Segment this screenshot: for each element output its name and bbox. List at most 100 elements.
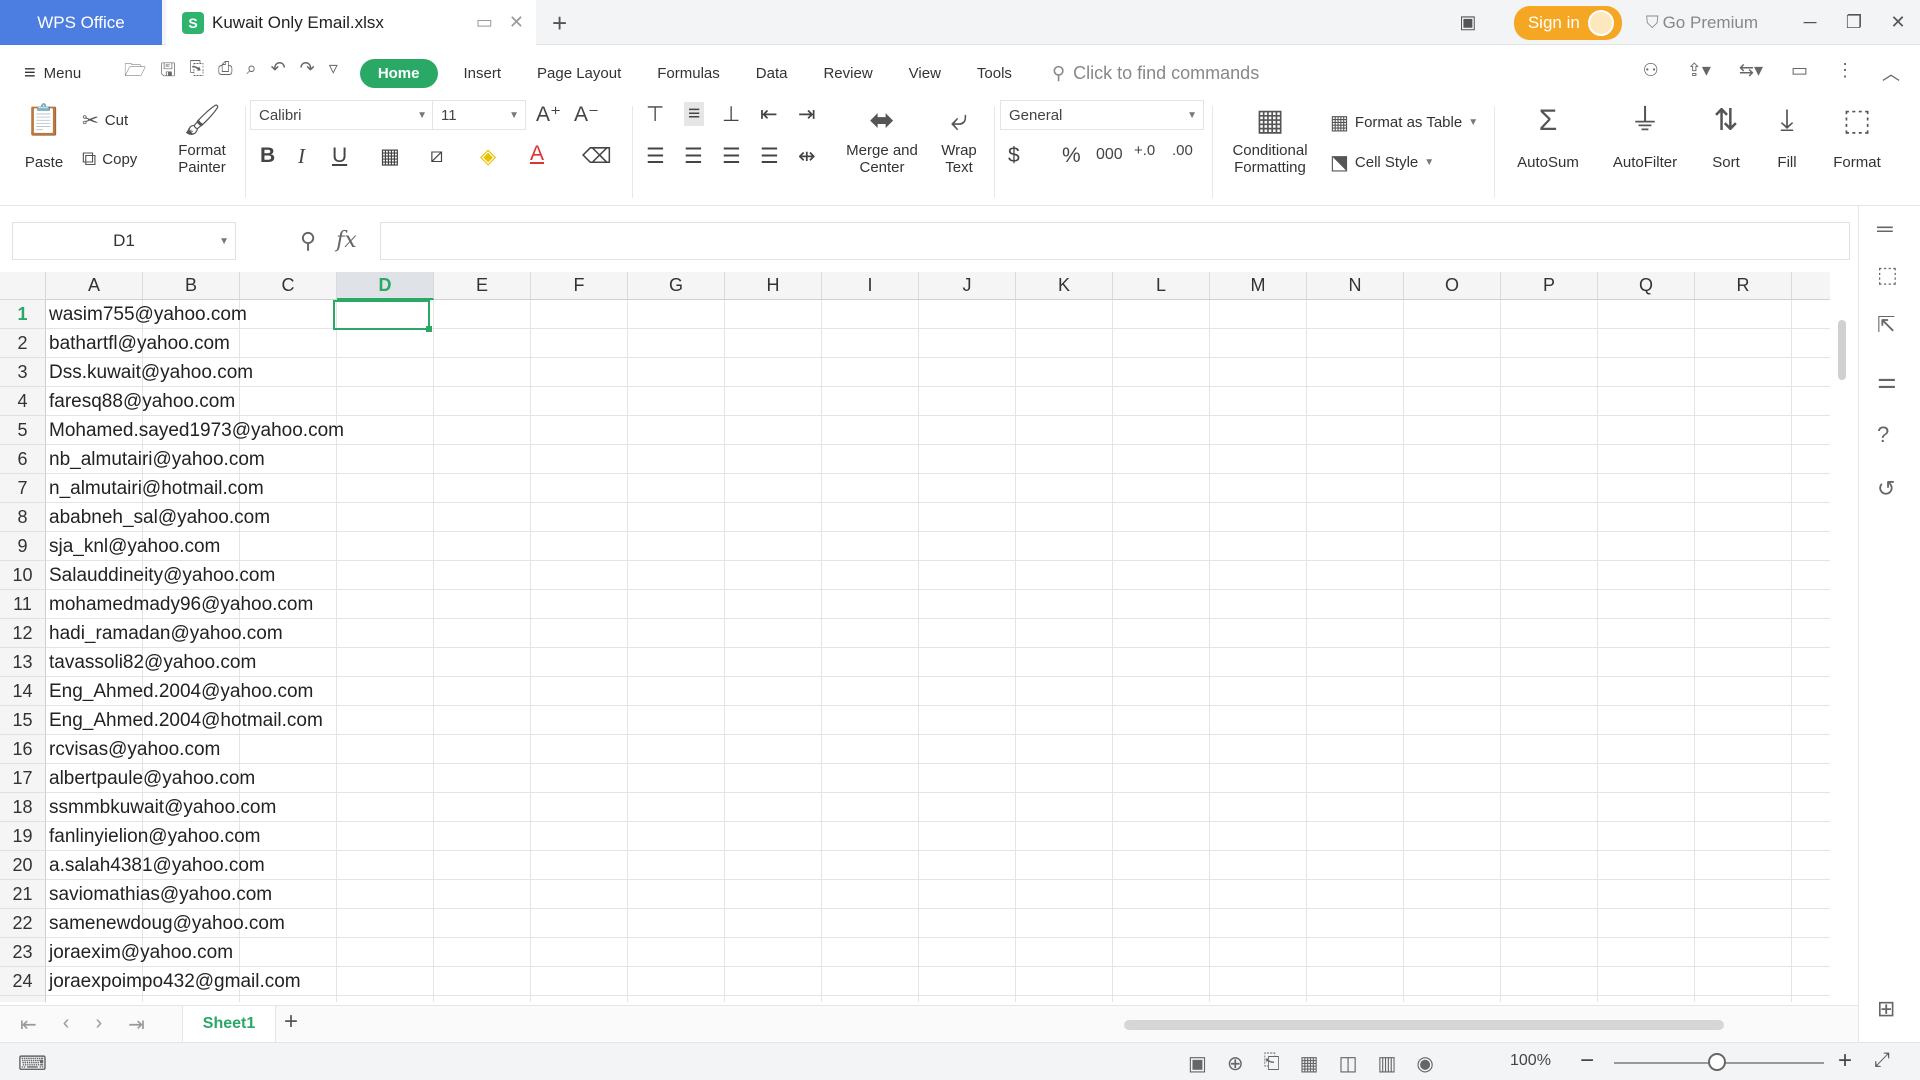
- page-layout-view-icon[interactable]: ▥: [1377, 1051, 1396, 1076]
- autofilter-button[interactable]: ⏚ AutoFilter: [1600, 102, 1690, 171]
- fill-color-icon[interactable]: ◈: [480, 144, 496, 169]
- cell-a15[interactable]: Eng_Ahmed.2004@hotmail.com: [49, 706, 323, 735]
- tab-data[interactable]: Data: [738, 59, 806, 88]
- cell-a18[interactable]: ssmmbkuwait@yahoo.com: [49, 793, 276, 822]
- column-header-g[interactable]: G: [628, 272, 725, 300]
- window-layout-icon[interactable]: ▣: [1446, 12, 1490, 33]
- next-sheet-icon[interactable]: ›: [95, 1012, 102, 1037]
- collaborate-icon[interactable]: ⇆▾: [1739, 60, 1763, 86]
- borders-icon[interactable]: ▦: [380, 144, 400, 169]
- tab-view[interactable]: View: [891, 59, 959, 88]
- sheet-tab-sheet1[interactable]: Sheet1: [182, 1006, 276, 1042]
- normal-view-icon[interactable]: ▦: [1300, 1051, 1319, 1076]
- justify-icon[interactable]: ☰: [760, 144, 779, 169]
- active-cell-d1[interactable]: [333, 300, 432, 332]
- panel-toggle-icon[interactable]: ═: [1877, 216, 1893, 242]
- cell-a16[interactable]: rcvisas@yahoo.com: [49, 735, 220, 764]
- monitor-icon[interactable]: ▭: [476, 12, 493, 33]
- wps-office-tab[interactable]: WPS Office: [0, 0, 162, 45]
- fx-icon[interactable]: fx: [336, 228, 357, 254]
- column-header-j[interactable]: J: [919, 272, 1016, 300]
- outdent-icon[interactable]: ⇤: [760, 102, 778, 127]
- conditional-formatting-button[interactable]: ▦ Conditional Formatting: [1222, 102, 1318, 176]
- pointer-icon[interactable]: ⇱: [1877, 312, 1895, 338]
- column-header-b[interactable]: B: [143, 272, 240, 300]
- fill-button[interactable]: ⤓ Fill: [1762, 102, 1812, 171]
- document-tab[interactable]: S Kuwait Only Email.xlsx ▭ ✕: [166, 0, 536, 45]
- save-icon[interactable]: 🖫: [160, 58, 175, 88]
- row-header[interactable]: 4: [0, 387, 46, 416]
- column-header-h[interactable]: H: [725, 272, 822, 300]
- row-header[interactable]: 9: [0, 532, 46, 561]
- macro-record-icon[interactable]: ⌨: [18, 1051, 47, 1076]
- row-header[interactable]: 18: [0, 793, 46, 822]
- zoom-out-button[interactable]: −: [1580, 1047, 1594, 1075]
- column-header-i[interactable]: I: [822, 272, 919, 300]
- history-icon[interactable]: ↺: [1877, 476, 1895, 502]
- print-icon[interactable]: ⎙: [218, 58, 232, 88]
- row-header[interactable]: 17: [0, 764, 46, 793]
- zoom-in-button[interactable]: +: [1838, 1047, 1852, 1075]
- share-icon[interactable]: ⇪▾: [1687, 60, 1711, 86]
- column-header-e[interactable]: E: [434, 272, 531, 300]
- add-sheet-button[interactable]: +: [284, 1008, 298, 1036]
- column-header-c[interactable]: C: [240, 272, 337, 300]
- cell-a13[interactable]: tavassoli82@yahoo.com: [49, 648, 256, 677]
- percent-icon[interactable]: %: [1062, 144, 1081, 168]
- fullscreen-icon[interactable]: ⤢: [1874, 1049, 1890, 1072]
- copy-button[interactable]: ⧉ Copy: [82, 148, 137, 171]
- cell-a20[interactable]: a.salah4381@yahoo.com: [49, 851, 265, 880]
- comment-icon[interactable]: ▭: [1791, 60, 1808, 86]
- go-premium-button[interactable]: ⛉ Go Premium: [1646, 13, 1758, 33]
- font-name-select[interactable]: Calibri ▼: [250, 100, 434, 130]
- command-search[interactable]: ⚲ Click to find commands: [1052, 63, 1259, 84]
- column-header-m[interactable]: M: [1210, 272, 1307, 300]
- name-box[interactable]: D1 ▼: [12, 222, 236, 260]
- row-header[interactable]: 14: [0, 677, 46, 706]
- print-preview-icon[interactable]: ⌕: [246, 58, 256, 88]
- horizontal-scroll-thumb[interactable]: [1124, 1020, 1724, 1030]
- column-header-l[interactable]: L: [1113, 272, 1210, 300]
- column-header-d[interactable]: D: [337, 272, 434, 300]
- column-header-n[interactable]: N: [1307, 272, 1404, 300]
- protect-icon[interactable]: ⎗: [1264, 1051, 1280, 1076]
- distribute-icon[interactable]: ⇹: [798, 144, 816, 169]
- tab-review[interactable]: Review: [805, 59, 890, 88]
- reading-mode-icon[interactable]: ▣: [1188, 1051, 1207, 1076]
- zoom-level[interactable]: 100%: [1510, 1052, 1551, 1070]
- decrease-decimal-icon[interactable]: .00: [1172, 142, 1193, 159]
- cut-button[interactable]: ✂ Cut: [82, 108, 128, 133]
- minimize-icon[interactable]: ─: [1788, 12, 1832, 33]
- menu-button[interactable]: ≡ Menu: [0, 62, 110, 85]
- row-header[interactable]: 16: [0, 735, 46, 764]
- row-header[interactable]: 24: [0, 967, 46, 996]
- italic-icon[interactable]: I: [298, 144, 305, 169]
- align-bottom-icon[interactable]: ⊥: [722, 102, 740, 127]
- zoom-slider-handle[interactable]: [1708, 1053, 1726, 1071]
- sign-in-button[interactable]: Sign in: [1513, 5, 1622, 40]
- tab-page-layout[interactable]: Page Layout: [519, 59, 639, 88]
- cell-a1[interactable]: wasim755@yahoo.com: [49, 300, 247, 329]
- tab-tools[interactable]: Tools: [959, 59, 1030, 88]
- bold-icon[interactable]: B: [260, 144, 275, 168]
- export-icon[interactable]: ⎘: [190, 58, 204, 88]
- font-size-select[interactable]: 11 ▼: [432, 100, 526, 130]
- column-header-f[interactable]: F: [531, 272, 628, 300]
- horizontal-scrollbar[interactable]: [1100, 1018, 1740, 1030]
- restore-icon[interactable]: ❐: [1832, 12, 1876, 33]
- cell-a12[interactable]: hadi_ramadan@yahoo.com: [49, 619, 283, 648]
- cell-a8[interactable]: ababneh_sal@yahoo.com: [49, 503, 270, 532]
- increase-decimal-icon[interactable]: +.0: [1134, 142, 1155, 159]
- tab-formulas[interactable]: Formulas: [639, 59, 738, 88]
- row-header[interactable]: 13: [0, 648, 46, 677]
- cell-a10[interactable]: Salauddineity@yahoo.com: [49, 561, 275, 590]
- autosum-button[interactable]: Σ AutoSum: [1506, 102, 1590, 171]
- column-header-o[interactable]: O: [1404, 272, 1501, 300]
- close-tab-icon[interactable]: ✕: [509, 12, 524, 33]
- freeze-icon[interactable]: ⊕: [1227, 1051, 1244, 1076]
- customize-dropdown-icon[interactable]: ▿: [329, 58, 338, 88]
- format-button[interactable]: ⬚ Format: [1822, 102, 1892, 171]
- clear-format-icon[interactable]: ⌫: [582, 144, 612, 169]
- last-sheet-icon[interactable]: ⇥: [128, 1012, 145, 1037]
- cell-style-button[interactable]: ⬔ Cell Style ▼: [1330, 150, 1434, 175]
